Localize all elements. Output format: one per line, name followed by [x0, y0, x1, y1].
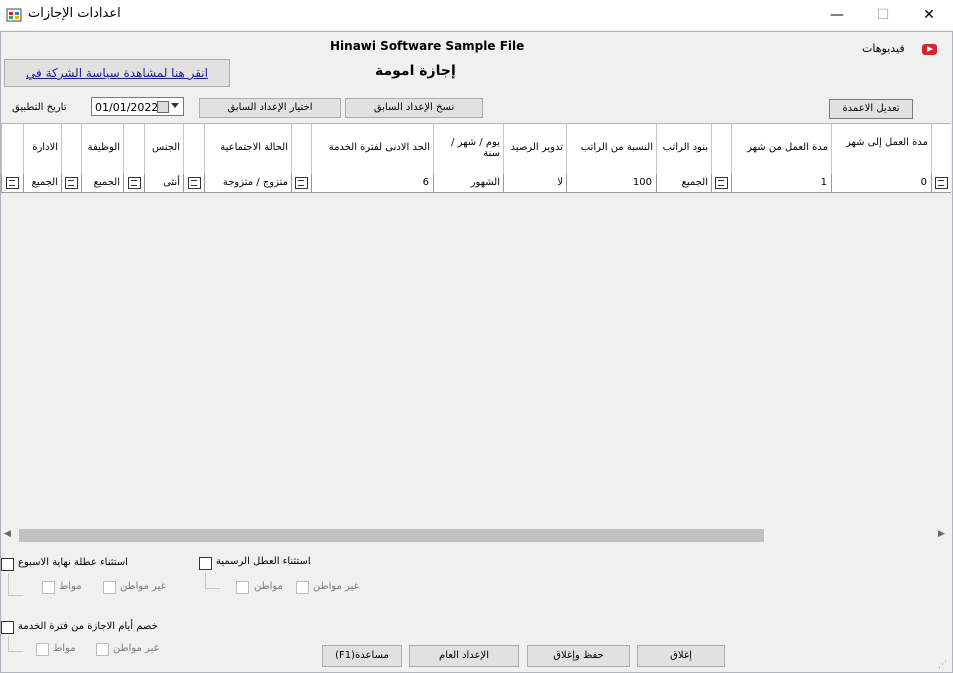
deduct-noncitizen-checkbox[interactable]: [96, 643, 109, 656]
settings-grid: الادارة الوظيفة الجنس الحالة الاجتماعية …: [1, 123, 951, 528]
form-title: إجازة امومة: [375, 63, 456, 79]
scrollbar-thumb[interactable]: [19, 529, 764, 542]
apply-date-value: 01/01/2022: [95, 101, 159, 114]
header-spacer: [711, 124, 731, 174]
company-policy-link[interactable]: انقر هنا لمشاهدة سياسة الشركة في: [4, 59, 230, 87]
holidays-citizen-label: مواطن: [254, 581, 283, 592]
col-header-min-service[interactable]: الحد الادنى لفترة الخدمة: [311, 124, 433, 174]
holidays-noncitizen-checkbox[interactable]: [296, 581, 309, 594]
weekend-citizen-label: مواط: [59, 581, 82, 592]
deduct-citizen-checkbox[interactable]: [36, 643, 49, 656]
header-spacer: [183, 124, 204, 174]
row-cell: [183, 174, 204, 192]
videos-link[interactable]: فيديوهات: [862, 42, 905, 55]
header-spacer: [291, 124, 311, 174]
resize-grip-icon[interactable]: ⋰: [938, 660, 947, 670]
header-spacer: [123, 124, 144, 174]
cell-department[interactable]: الجميع: [23, 174, 61, 192]
group-bracket: [8, 636, 23, 652]
col-header-work-to-month[interactable]: مدة العمل إلى شهر: [831, 124, 931, 174]
grid-header: الادارة الوظيفة الجنس الحالة الاجتماعية …: [1, 124, 951, 175]
choose-previous-button[interactable]: اختيار الإعداد السابق: [199, 98, 341, 118]
edit-icon[interactable]: [713, 175, 729, 190]
edit-columns-button[interactable]: تعديل الاعمدة: [829, 99, 913, 119]
sample-file-title: Hinawi Software Sample File: [330, 39, 525, 53]
youtube-icon[interactable]: [922, 44, 937, 55]
row-cell: [931, 174, 951, 192]
cell-min-service[interactable]: 6: [311, 174, 433, 192]
minimize-button[interactable]: —: [814, 0, 860, 30]
app-icon: [6, 7, 22, 23]
deduct-citizen-label: مواط: [53, 643, 76, 654]
apply-date-label: تاريخ التطبيق: [12, 102, 67, 113]
horizontal-scrollbar[interactable]: ◀ ▶: [1, 527, 951, 544]
exclude-holidays-checkbox[interactable]: [199, 557, 212, 570]
title-bar: اعدادات الإجازات — ☐ ✕: [0, 0, 953, 30]
scroll-left-icon[interactable]: ◀: [4, 529, 11, 539]
edit-icon[interactable]: [933, 175, 949, 190]
general-setup-button[interactable]: الإعداد العام: [409, 645, 519, 667]
weekend-noncitizen-label: غير مواطن: [120, 581, 166, 592]
holidays-citizen-checkbox[interactable]: [236, 581, 249, 594]
edit-icon[interactable]: [63, 175, 79, 190]
col-header-job[interactable]: الوظيفة: [81, 124, 123, 174]
edit-icon[interactable]: [4, 175, 20, 190]
chevron-down-icon[interactable]: [171, 103, 179, 108]
row-cell: [291, 174, 311, 192]
exclude-weekend-label: استثناء عطلة نهاية الاسبوع: [18, 557, 128, 568]
col-header-carry-balance[interactable]: تدوير الرصيد: [503, 124, 566, 174]
col-header-salary-percent[interactable]: النسبة من الراتب: [566, 124, 656, 174]
row-cell: [61, 174, 81, 192]
group-bracket: [8, 573, 23, 596]
col-header-gender[interactable]: الجنس: [144, 124, 183, 174]
header-spacer: [61, 124, 81, 174]
exclude-holidays-label: استثناء العطل الرسمية: [216, 556, 311, 567]
header-spacer: [1, 124, 23, 174]
scroll-right-icon[interactable]: ▶: [938, 529, 945, 539]
close-window-button[interactable]: ✕: [906, 0, 952, 30]
edit-icon[interactable]: [293, 175, 309, 190]
row-cell: [1, 174, 23, 192]
cell-period-unit[interactable]: الشهور: [433, 174, 503, 192]
cell-gender[interactable]: أنثى: [144, 174, 183, 192]
header-spacer: [931, 124, 951, 174]
weekend-citizen-checkbox[interactable]: [42, 581, 55, 594]
holidays-noncitizen-label: غير مواطن: [313, 581, 359, 592]
group-bracket: [205, 572, 220, 589]
copy-previous-button[interactable]: نسخ الإعداد السابق: [345, 98, 483, 118]
calendar-icon[interactable]: [157, 101, 169, 113]
deduct-noncitizen-label: غير مواطن: [113, 643, 159, 654]
close-button[interactable]: إغلاق: [637, 645, 725, 667]
col-header-work-from-month[interactable]: مدة العمل من شهر: [731, 124, 831, 174]
col-header-marital-status[interactable]: الحالة الاجتماعية: [204, 124, 291, 174]
table-row[interactable]: الجميع الجميع أنثى متزوج / متزوجة 6 الشه…: [1, 174, 951, 193]
cell-carry-balance[interactable]: لا: [503, 174, 566, 192]
cell-job[interactable]: الجميع: [81, 174, 123, 192]
edit-icon[interactable]: [186, 175, 202, 190]
cell-salary-percent[interactable]: 100: [566, 174, 656, 192]
cell-marital-status[interactable]: متزوج / متزوجة: [204, 174, 291, 192]
row-cell: [123, 174, 144, 192]
apply-date-picker[interactable]: 01/01/2022: [91, 97, 184, 116]
deduct-days-label: خصم أيام الاجازة من فترة الخدمة: [18, 621, 158, 632]
window-title: اعدادات الإجازات: [28, 6, 121, 21]
cell-work-to-month[interactable]: 0: [831, 174, 931, 192]
row-cell: [711, 174, 731, 192]
col-header-salary-items[interactable]: بنود الراتب: [656, 124, 711, 174]
cell-salary-items[interactable]: الجميع: [656, 174, 711, 192]
help-button[interactable]: (F1)مساعدة: [322, 645, 402, 667]
exclude-weekend-checkbox[interactable]: [1, 558, 14, 571]
edit-icon[interactable]: [126, 175, 142, 190]
col-header-period-unit[interactable]: يوم / شهر / سنة: [433, 124, 503, 174]
cell-work-from-month[interactable]: 1: [731, 174, 831, 192]
maximize-button[interactable]: ☐: [860, 0, 906, 30]
col-header-department[interactable]: الادارة: [23, 124, 61, 174]
weekend-noncitizen-checkbox[interactable]: [103, 581, 116, 594]
save-close-button[interactable]: حفظ وإغلاق: [527, 645, 630, 667]
deduct-days-checkbox[interactable]: [1, 621, 14, 634]
